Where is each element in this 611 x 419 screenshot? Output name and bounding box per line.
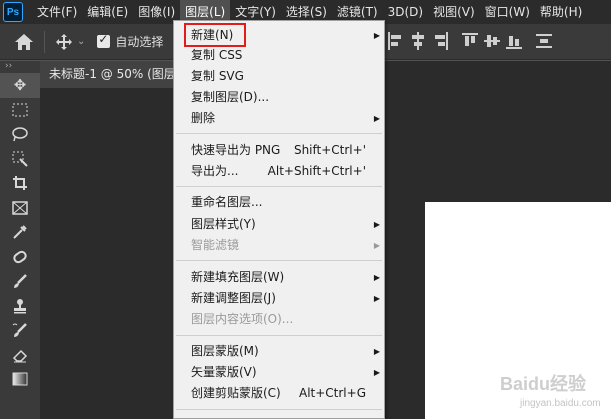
submenu-arrow-icon: ▶ (373, 31, 380, 40)
eyedropper-tool-icon[interactable] (0, 220, 40, 245)
crop-tool-icon[interactable] (0, 171, 40, 196)
distribute-icon[interactable] (536, 32, 552, 50)
layer-menu-item-clipping-mask[interactable]: 创建剪贴蒙版(C) Alt+Ctrl+G (174, 383, 384, 404)
history-brush-tool-icon[interactable] (0, 318, 40, 343)
align-buttons (388, 32, 552, 50)
layer-menu-item-content-options: 图层内容选项(O)... (191, 312, 294, 326)
move-tool-preset[interactable]: ⌄ (55, 33, 85, 51)
brush-tool-icon[interactable] (0, 269, 40, 294)
layer-menu-item-duplicate[interactable]: 复制图层(D)... (174, 87, 384, 108)
home-icon[interactable] (14, 33, 34, 51)
panel-collapse-icon[interactable]: ›› (0, 61, 40, 73)
submenu-arrow-icon: ▶ (373, 114, 380, 123)
align-center-icon[interactable] (410, 32, 426, 50)
highlight-annotation-box (184, 23, 246, 47)
menu-help[interactable]: 帮助(H) (535, 0, 587, 24)
move-icon (56, 33, 72, 50)
quick-select-tool-icon[interactable] (0, 147, 40, 172)
layer-menu-item-rename[interactable]: 重命名图层... (174, 192, 384, 213)
layer-menu-item-copy-svg[interactable]: 复制 SVG (174, 66, 384, 87)
menu-separator (176, 133, 382, 134)
submenu-arrow-icon: ▶ (373, 368, 380, 377)
auto-select-checkbox[interactable] (97, 32, 111, 48)
tools-panel: ›› ✥ (0, 61, 40, 419)
marquee-tool-icon[interactable] (0, 98, 40, 123)
healing-brush-tool-icon[interactable] (0, 245, 40, 270)
layer-menu-item-copy-css[interactable]: 复制 CSS (174, 45, 384, 66)
align-right-icon[interactable] (432, 32, 448, 50)
layer-menu-item-layer-mask[interactable]: 图层蒙版(M) ▶ (174, 341, 384, 362)
menu-file[interactable]: 文件(F) (32, 0, 82, 24)
align-bottom-icon[interactable] (506, 32, 522, 50)
baidu-watermark: Baidu经验 jingyan.baidu.com (500, 374, 601, 409)
align-left-icon[interactable] (388, 32, 404, 50)
align-top-icon[interactable] (462, 32, 478, 50)
menu-edit[interactable]: 编辑(E) (82, 0, 133, 24)
submenu-arrow-icon: ▶ (373, 273, 380, 282)
layer-menu-item-vector-mask[interactable]: 矢量蒙版(V) ▶ (174, 362, 384, 383)
align-middle-icon[interactable] (484, 32, 500, 50)
layer-menu-item-smart-filter: 智能滤镜 ▶ (174, 235, 384, 256)
menu-separator (176, 409, 382, 410)
menu-separator (176, 335, 382, 336)
menu-separator (176, 186, 382, 187)
submenu-arrow-icon: ▶ (373, 294, 380, 303)
layer-menu-item-new-fill-layer[interactable]: 新建填充图层(W) ▶ (174, 267, 384, 288)
submenu-arrow-icon: ▶ (373, 220, 380, 229)
move-tool-icon[interactable]: ✥ (0, 73, 40, 98)
layer-menu-dropdown: 新建(N) ▶ 复制 CSS 复制 SVG 复制图层(D)... 删除 ▶ 快速导出… (173, 20, 385, 419)
clone-stamp-tool-icon[interactable] (0, 294, 40, 319)
lasso-tool-icon[interactable] (0, 122, 40, 147)
submenu-arrow-icon: ▶ (373, 347, 380, 356)
submenu-arrow-icon: ▶ (373, 241, 380, 250)
menu-window[interactable]: 窗口(W) (480, 0, 535, 24)
chevron-down-icon: ⌄ (77, 36, 86, 47)
divider (44, 30, 45, 53)
layer-menu-item-layer-style[interactable]: 图层样式(Y) ▶ (174, 214, 384, 235)
photoshop-logo-icon: Ps (3, 2, 23, 22)
menu-view[interactable]: 视图(V) (428, 0, 480, 24)
document-tab[interactable]: 未标题-1 @ 50% (图层 (40, 61, 175, 88)
gradient-tool-icon[interactable] (0, 367, 40, 392)
eraser-tool-icon[interactable] (0, 343, 40, 368)
menu-3d[interactable]: 3D(D) (383, 0, 428, 24)
layer-menu-item-delete[interactable]: 删除 ▶ (174, 108, 384, 129)
menu-separator (176, 260, 382, 261)
layer-menu-item-export-as[interactable]: 导出为... Alt+Shift+Ctrl+' (174, 161, 384, 182)
layer-menu-item-quick-export[interactable]: 快速导出为 PNG Shift+Ctrl+' (174, 140, 384, 161)
layer-menu-item-new-adjustment-layer[interactable]: 新建调整图层(J) ▶ (174, 288, 384, 309)
auto-select-label: 自动选择 (115, 35, 164, 49)
frame-tool-icon[interactable] (0, 196, 40, 221)
